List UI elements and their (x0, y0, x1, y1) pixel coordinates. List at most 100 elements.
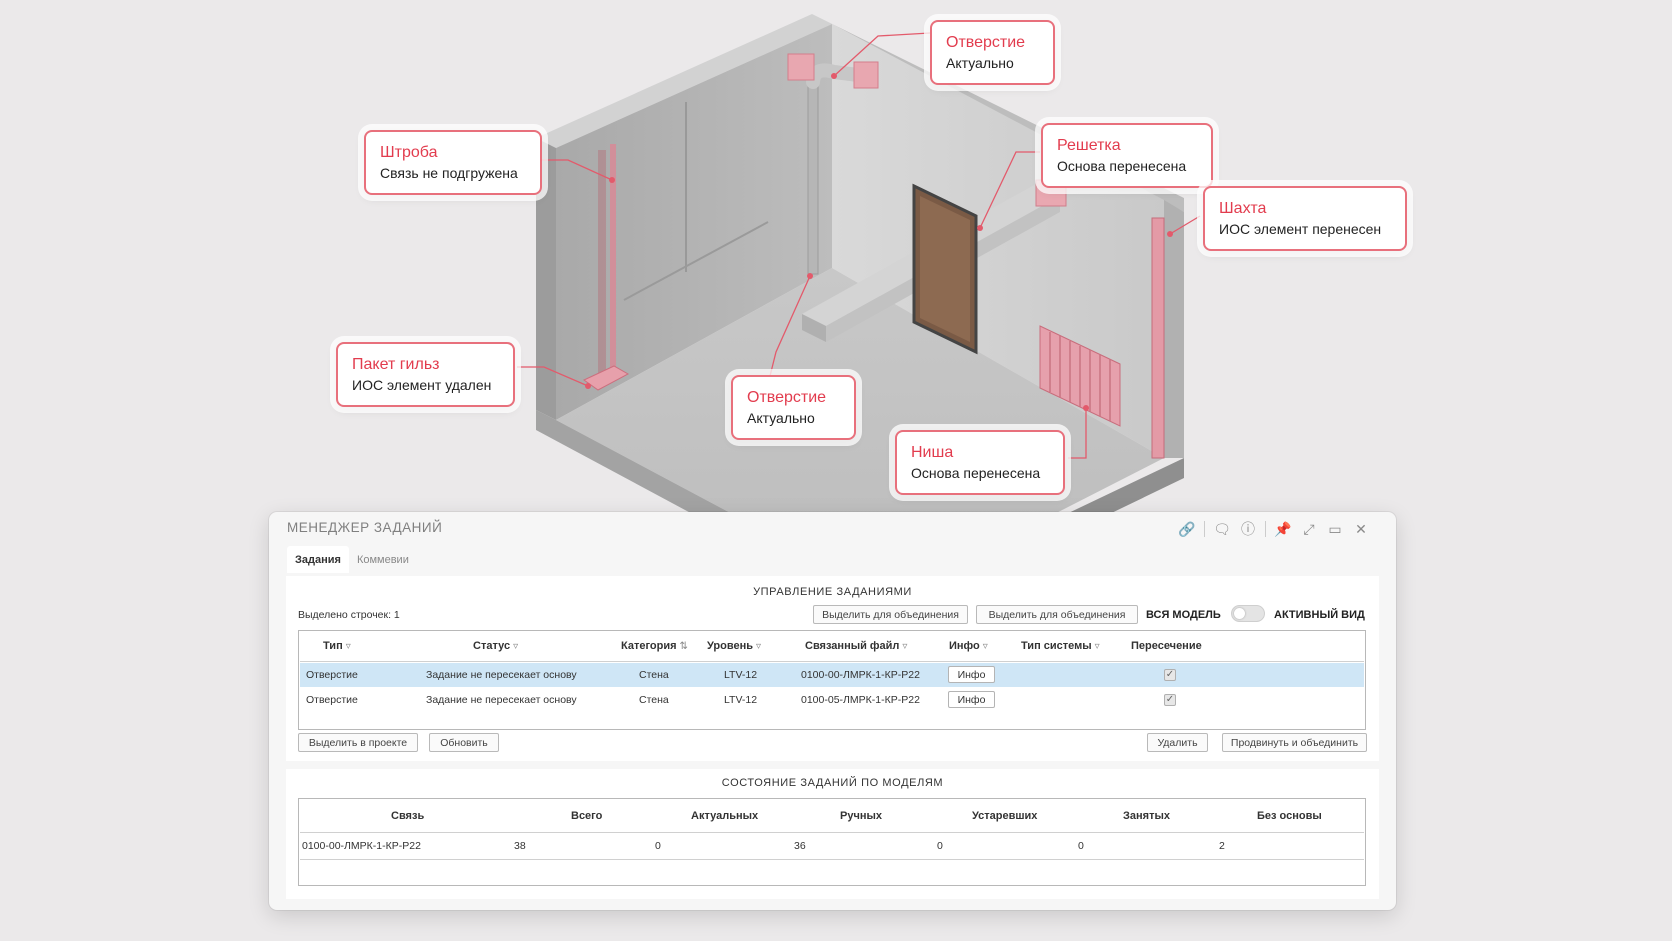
right-wall-edge (1164, 200, 1184, 458)
col-link: Связь (391, 810, 425, 822)
callout-opening-top: Отверстие Актуально (930, 20, 1055, 85)
cell-outdated: 0 (937, 840, 943, 852)
delete-button[interactable]: Удалить (1147, 733, 1208, 752)
col-system-type[interactable]: Тип системы ▿ (1021, 640, 1100, 652)
cell-actual: 0 (655, 840, 661, 852)
intersection-checkbox[interactable]: ✓ (1164, 669, 1176, 681)
select-for-merge-button-1[interactable]: Выделить для объединения (813, 605, 968, 624)
chat-icon[interactable]: 🗨 (1209, 518, 1235, 540)
refresh-button[interactable]: Обновить (429, 733, 499, 752)
tasks-panel-title: УПРАВЛЕНИЕ ЗАДАНИЯМИ (753, 586, 912, 598)
row-divider (300, 859, 1364, 860)
cell-level: LTV-12 (724, 694, 758, 706)
info-button[interactable]: Инфо (948, 691, 995, 708)
pin-icon[interactable]: 📌 (1270, 518, 1296, 540)
col-linked-file[interactable]: Связанный файл ▿ (805, 640, 907, 652)
toolbar-divider (1204, 521, 1205, 537)
filter-icon[interactable]: ▿ (346, 641, 351, 652)
tab-bar: Задания Коммевии (287, 546, 417, 573)
filter-icon[interactable]: ▿ (983, 641, 988, 652)
callout-title: Отверстие (747, 389, 827, 406)
col-no-base: Без основы (1257, 810, 1322, 822)
promote-merge-button[interactable]: Продвинуть и объединить (1222, 733, 1367, 752)
callout-opening-floor: Отверстие Актуально (731, 375, 856, 440)
link-icon[interactable]: 🔗 (1174, 518, 1200, 540)
cell-status: Задание не пересекает основу (426, 669, 577, 681)
callout-status: Основа перенесена (1057, 158, 1187, 174)
cell-total: 38 (514, 840, 526, 852)
col-manual: Ручных (840, 810, 882, 822)
callout-grille: Решетка Основа перенесена (1041, 123, 1213, 188)
col-label: Тип системы (1021, 640, 1092, 652)
minimize-icon[interactable]: ⤢ (1296, 518, 1322, 540)
col-status[interactable]: Статус ▿ (473, 640, 518, 652)
callout-status: ИОС элемент перенесен (1219, 221, 1382, 237)
header-divider (300, 832, 1364, 833)
callout-title: Шахта (1219, 200, 1267, 217)
shaft (1151, 217, 1165, 459)
callout-niche: Ниша Основа перенесена (895, 430, 1065, 495)
col-info[interactable]: Инфо ▿ (949, 640, 988, 652)
task-manager-window: МЕНЕДЖЕР ЗАДАНИЙ 🔗 🗨 ⓘ 📌 ⤢ ▭ ✕ Задания К… (269, 512, 1396, 910)
cell-type: Отверстие (306, 694, 358, 706)
cell-type: Отверстие (306, 669, 358, 681)
col-label: Инфо (949, 640, 980, 652)
callout-status: Актуально (747, 410, 815, 426)
col-label: Уровень (707, 640, 754, 652)
cell-file: 0100-00-ЛМРК-1-КР-Р22 (801, 669, 920, 681)
col-label: Связанный файл (805, 640, 900, 652)
col-category[interactable]: Категория ⇅ (621, 640, 688, 652)
selected-count: Выделено строчек: 1 (298, 609, 400, 621)
callout-status: Актуально (946, 55, 1014, 71)
models-table: Связь Всего Актуальных Ручных Устаревших… (298, 798, 1366, 886)
cell-category: Стена (639, 669, 669, 681)
callout-shaft: Шахта ИОС элемент перенесен (1203, 186, 1407, 251)
callout-status: Связь не подгружена (380, 165, 518, 181)
maximize-icon[interactable]: ▭ (1322, 518, 1348, 540)
toggle-knob (1234, 608, 1245, 619)
tasks-panel: УПРАВЛЕНИЕ ЗАДАНИЯМИ Выделено строчек: 1… (286, 576, 1379, 761)
view-mode-toggle[interactable] (1231, 605, 1265, 622)
table-row[interactable]: Отверстие Задание не пересекает основу С… (300, 663, 1364, 687)
callout-title: Ниша (911, 444, 954, 461)
callout-chase: Штроба Связь не подгружена (364, 130, 542, 195)
sort-filter-icon[interactable]: ⇅ (680, 641, 688, 652)
col-outdated: Устаревших (972, 810, 1038, 822)
tab-comments[interactable]: Коммевии (349, 546, 417, 573)
filter-icon[interactable]: ▿ (902, 641, 907, 652)
cell-category: Стена (639, 694, 669, 706)
filter-icon[interactable]: ▿ (513, 641, 518, 652)
table-row[interactable]: 0100-00-ЛМРК-1-КР-Р22 38 0 36 0 0 2 (300, 834, 1364, 858)
tab-tasks[interactable]: Задания (287, 546, 349, 573)
mode-active-view-label: АКТИВНЫЙ ВИД (1274, 609, 1365, 621)
chase (598, 150, 606, 378)
col-intersection[interactable]: Пересечение (1131, 640, 1202, 652)
filter-icon[interactable]: ▿ (1095, 641, 1100, 652)
window-toolbar: 🔗 🗨 ⓘ 📌 ⤢ ▭ ✕ (1174, 518, 1374, 540)
col-type[interactable]: Тип ▿ (323, 640, 351, 652)
filter-icon[interactable]: ▿ (756, 641, 761, 652)
close-icon[interactable]: ✕ (1348, 518, 1374, 540)
col-actual: Актуальных (691, 810, 759, 822)
col-level[interactable]: Уровень ▿ (707, 640, 761, 652)
cell-file: 0100-05-ЛМРК-1-КР-Р22 (801, 694, 920, 706)
col-total: Всего (571, 810, 603, 822)
tasks-table: Тип ▿ Статус ▿ Категория ⇅ Уровень ▿ Связанн… (298, 630, 1366, 730)
callout-title: Штроба (380, 144, 438, 161)
window-title: МЕНЕДЖЕР ЗАДАНИЙ (287, 520, 443, 535)
callout-status: ИОС элемент удален (352, 377, 492, 393)
col-label: Тип (323, 640, 343, 652)
cell-status: Задание не пересекает основу (426, 694, 577, 706)
col-busy: Занятых (1123, 810, 1170, 822)
select-in-project-button[interactable]: Выделить в проекте (298, 733, 418, 752)
toolbar-divider (1265, 521, 1266, 537)
info-button[interactable]: Инфо (948, 666, 995, 683)
table-row[interactable]: Отверстие Задание не пересекает основу С… (300, 688, 1364, 712)
cell-link: 0100-00-ЛМРК-1-КР-Р22 (302, 840, 421, 852)
cell-manual: 36 (794, 840, 806, 852)
select-for-merge-button-2[interactable]: Выделить для объединения (976, 605, 1138, 624)
help-icon[interactable]: ⓘ (1235, 518, 1261, 540)
callout-status: Основа перенесена (911, 465, 1041, 481)
cell-busy: 0 (1078, 840, 1084, 852)
intersection-checkbox[interactable]: ✓ (1164, 694, 1176, 706)
